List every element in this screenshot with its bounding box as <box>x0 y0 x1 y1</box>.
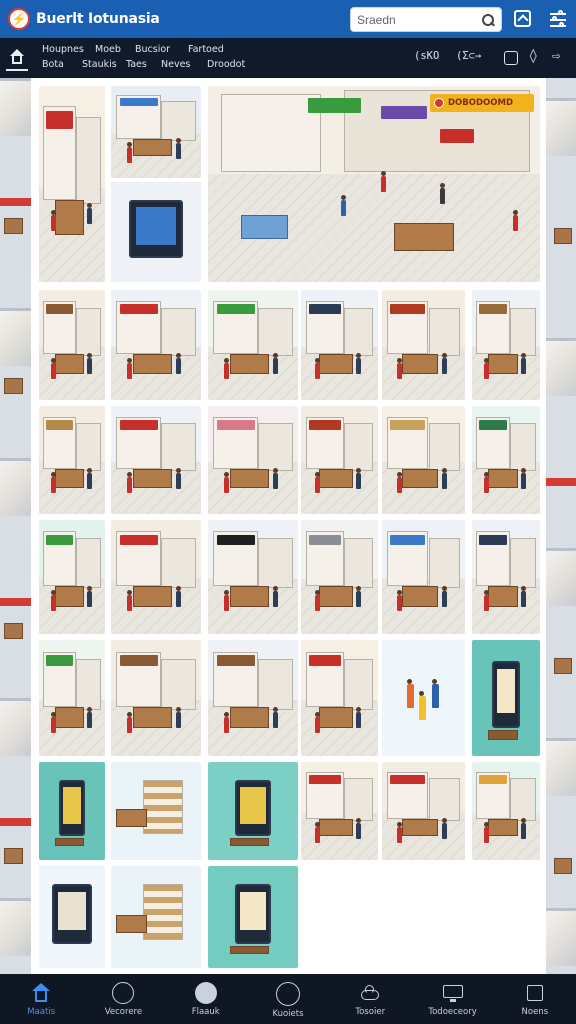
gallery-image-tile[interactable] <box>111 182 201 282</box>
gallery-image-tile[interactable] <box>472 520 540 634</box>
bottom-nav-home[interactable]: Maatis <box>0 974 82 1024</box>
compass-icon <box>112 982 135 1004</box>
search-input[interactable] <box>357 12 481 27</box>
nav-link[interactable]: Houpnes <box>42 44 84 55</box>
square-icon <box>524 982 546 1004</box>
hero-image-tile[interactable]: DOBODOOMD <box>208 86 540 282</box>
bottom-nav-display[interactable]: Todoeceory <box>411 974 493 1024</box>
gallery-image-tile[interactable] <box>111 762 201 860</box>
app-logo-icon[interactable]: ⚡ <box>8 8 30 30</box>
category-links: Houpnes Moeb Bucsior Fartoed Bota Stauki… <box>42 44 272 72</box>
nav-link[interactable]: Bota <box>42 59 64 70</box>
gallery-image-tile[interactable] <box>301 762 378 860</box>
image-gallery: DOBODOOMD <box>31 78 546 974</box>
nav-link[interactable]: Staukis <box>82 59 117 70</box>
gallery-image-tile[interactable] <box>39 520 105 634</box>
zoom-control[interactable]: (sKO <box>414 50 439 62</box>
nav-link[interactable]: Droodot <box>207 59 245 70</box>
promo-banner[interactable]: DOBODOOMD <box>430 94 534 112</box>
gallery-image-tile[interactable] <box>208 640 298 756</box>
gallery-image-tile[interactable] <box>208 520 298 634</box>
display-icon <box>442 982 464 1004</box>
gallery-image-tile[interactable] <box>301 406 378 514</box>
nav-link[interactable]: Bucsior <box>135 44 170 55</box>
gallery-image-tile[interactable] <box>39 290 105 400</box>
gallery-image-tile[interactable] <box>472 640 540 756</box>
bottom-nav-shop[interactable]: Kuoiets <box>247 974 329 1024</box>
gallery-image-tile[interactable] <box>111 520 201 634</box>
bottom-nav-cloud[interactable]: Tosoier <box>329 974 411 1024</box>
home-icon <box>30 982 52 1004</box>
layers-icon[interactable] <box>504 51 518 65</box>
filter-settings-icon[interactable] <box>548 9 568 29</box>
gallery-image-tile[interactable] <box>382 520 465 634</box>
gallery-image-tile[interactable] <box>382 406 465 514</box>
gallery-image-tile[interactable] <box>39 762 105 860</box>
bottom-nav-label: Tosoier <box>355 1007 386 1017</box>
gallery-image-tile[interactable] <box>301 290 378 400</box>
gallery-image-tile[interactable] <box>301 520 378 634</box>
search-box[interactable] <box>350 7 502 32</box>
secondary-toolbar: Houpnes Moeb Bucsior Fartoed Bota Stauki… <box>0 38 576 78</box>
gallery-image-tile[interactable] <box>382 290 465 400</box>
gallery-image-tile[interactable] <box>111 866 201 968</box>
gallery-image-tile[interactable] <box>208 406 298 514</box>
app-brand-title: Buerlt Iotunasia <box>36 11 160 27</box>
gallery-image-tile[interactable] <box>111 290 201 400</box>
gallery-image-tile[interactable] <box>111 406 201 514</box>
gallery-image-tile[interactable] <box>382 762 465 860</box>
cloud-icon <box>359 982 381 1004</box>
globe-icon <box>194 982 217 1004</box>
gallery-image-tile[interactable] <box>111 86 201 178</box>
home-active-indicator <box>6 69 28 71</box>
location-pin-icon[interactable]: ◊ <box>529 48 537 64</box>
nav-link[interactable]: Fartoed <box>188 44 224 55</box>
bottom-nav-label: Todoeceory <box>428 1007 477 1017</box>
home-icon[interactable] <box>9 49 25 65</box>
gallery-image-tile[interactable] <box>382 640 465 756</box>
nav-link[interactable]: Taes <box>126 59 147 70</box>
bottom-nav-label: Flaauk <box>191 1007 220 1017</box>
shop-icon <box>275 982 300 1006</box>
gallery-image-tile[interactable] <box>472 290 540 400</box>
gallery-image-tile[interactable] <box>111 640 201 756</box>
bottom-nav-label: Vecorere <box>104 1007 143 1017</box>
open-external-icon[interactable] <box>514 10 531 27</box>
gallery-image-tile[interactable] <box>208 866 298 968</box>
promo-badge-icon <box>434 98 444 108</box>
promo-banner-text: DOBODOOMD <box>448 98 514 108</box>
gallery-image-tile[interactable] <box>208 290 298 400</box>
left-scene-strip <box>0 78 31 974</box>
bottom-navigation: Maatis Vecorere Flaauk Kuoiets Tosoier T… <box>0 974 576 1024</box>
gallery-image-tile[interactable] <box>39 86 105 282</box>
search-icon[interactable] <box>481 13 495 27</box>
gallery-image-tile[interactable] <box>39 866 105 968</box>
bottom-nav-label: Maatis <box>27 1007 56 1017</box>
bottom-nav-more[interactable]: Noens <box>494 974 576 1024</box>
gallery-image-tile[interactable] <box>39 406 105 514</box>
gallery-image-tile[interactable] <box>39 640 105 756</box>
bottom-nav-label: Noens <box>521 1007 549 1017</box>
bottom-nav-explore[interactable]: Vecorere <box>82 974 164 1024</box>
right-scene-strip <box>546 78 576 974</box>
gallery-image-tile[interactable] <box>301 640 378 756</box>
gallery-image-tile[interactable] <box>208 762 298 860</box>
nav-link[interactable]: Neves <box>161 59 190 70</box>
gallery-image-tile[interactable] <box>472 762 540 860</box>
nav-link[interactable]: Moeb <box>95 44 121 55</box>
bottom-nav-globe[interactable]: Flaauk <box>165 974 247 1024</box>
gallery-image-tile[interactable] <box>472 406 540 514</box>
link-control[interactable]: (Σ⊂→ <box>456 50 481 62</box>
bottom-nav-label: Kuoiets <box>272 1009 304 1019</box>
share-icon[interactable]: ⇨ <box>552 48 560 64</box>
